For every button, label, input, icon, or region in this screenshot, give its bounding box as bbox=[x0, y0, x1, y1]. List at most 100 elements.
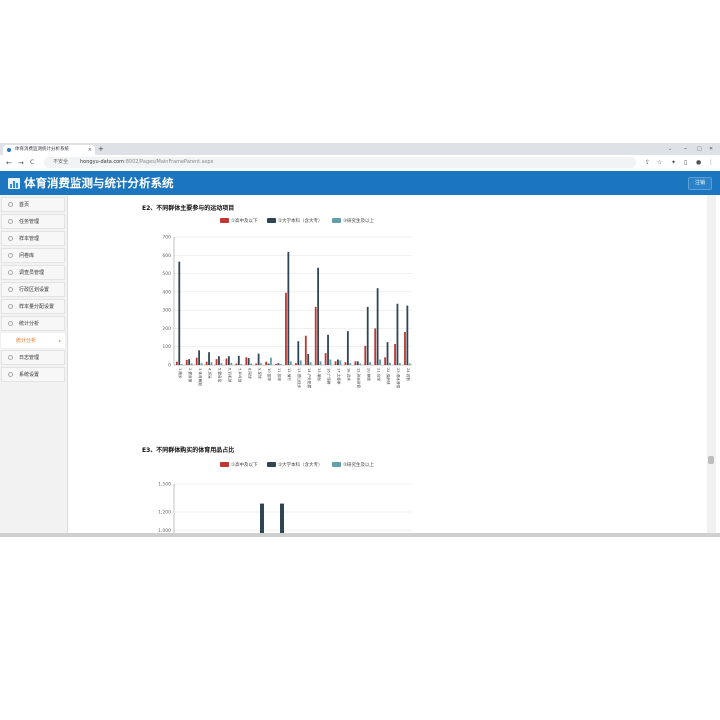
bar bbox=[287, 251, 290, 365]
browser-window: 体育消费监测统计分析系统 × + ⌄ ─ □ ✕ ← → C 不安全 hongy… bbox=[0, 143, 720, 533]
maximize-icon[interactable]: □ bbox=[697, 144, 702, 154]
address-bar-row: ← → C 不安全 hongyu-data.com:8002/Pages/Mai… bbox=[0, 155, 720, 172]
bar bbox=[275, 363, 277, 365]
x-tick-label: 3.体育舞蹈 bbox=[198, 368, 203, 386]
bar bbox=[346, 331, 349, 365]
logout-button[interactable]: 注销 bbox=[688, 177, 712, 190]
bar bbox=[250, 363, 252, 365]
tab-close-icon[interactable]: × bbox=[88, 145, 92, 155]
bar bbox=[389, 362, 391, 365]
sidebar-item-tasks[interactable]: 任务管理 bbox=[1, 214, 65, 229]
bar bbox=[324, 353, 327, 365]
bar bbox=[349, 363, 352, 365]
settings-icon bbox=[8, 304, 13, 309]
bar bbox=[356, 361, 359, 365]
chevron-down-icon[interactable]: ⌄ bbox=[668, 144, 672, 154]
bar bbox=[175, 361, 178, 365]
sidebar-item-system-settings[interactable]: 系统设置 bbox=[1, 367, 65, 382]
bar bbox=[398, 363, 401, 365]
x-tick-label: 8.网球 bbox=[247, 368, 252, 379]
user-icon bbox=[8, 270, 13, 275]
legend-item[interactable]: ①高中及以下 bbox=[220, 218, 258, 226]
bar bbox=[354, 361, 357, 365]
y-tick-label: 100 bbox=[162, 344, 171, 350]
legend-item[interactable]: ③研究生及以上 bbox=[331, 218, 374, 226]
sidebar-item-logs[interactable]: 日志管理 bbox=[1, 350, 65, 365]
share-icon[interactable]: ⇪ bbox=[645, 158, 650, 168]
sidebar-item-label: 问卷库 bbox=[19, 253, 35, 259]
browser-tab[interactable]: 体育消费监测统计分析系统 × bbox=[3, 145, 95, 155]
minimize-icon[interactable]: ─ bbox=[684, 144, 687, 154]
x-tick-label: 2.健身操 bbox=[188, 368, 193, 383]
sidebar-item-statistics[interactable]: 统计分析 bbox=[1, 316, 65, 331]
star-icon[interactable]: ☆ bbox=[657, 158, 662, 168]
bar bbox=[255, 363, 258, 365]
x-tick-label: 18.武术 bbox=[347, 368, 352, 381]
sidebar-item-samples[interactable]: 样本管理 bbox=[1, 231, 65, 246]
bar bbox=[396, 303, 399, 365]
bar bbox=[304, 335, 307, 365]
new-tab-button[interactable]: + bbox=[98, 144, 104, 154]
tab-strip: 体育消费监测统计分析系统 × + ⌄ ─ □ ✕ bbox=[0, 143, 720, 155]
bar-chart-e2: 0 100 200 300 400 500 600 700 1.跑步 2.健身操 3.体育舞蹈 4.游… bbox=[162, 235, 412, 388]
bar bbox=[314, 306, 317, 365]
bar bbox=[334, 361, 337, 365]
bar bbox=[384, 357, 387, 365]
x-tick-label: 6.羽毛球 bbox=[228, 368, 233, 383]
sidebar-item-sample-allocation[interactable]: 样本量分配设置 bbox=[1, 299, 65, 314]
x-tick-label: 14.户外拓展 bbox=[307, 368, 312, 388]
bar bbox=[280, 503, 284, 533]
legend-item[interactable]: ②大学本科（含大专） bbox=[266, 462, 323, 470]
bar bbox=[230, 362, 233, 365]
bar-chart-e3: 1,0001,2001,500 bbox=[158, 482, 412, 533]
sidebar-subitem-statistics[interactable]: 统计分析 ▸ bbox=[1, 333, 65, 348]
bar bbox=[285, 292, 287, 365]
legend-label: ②大学本科（含大专） bbox=[277, 463, 323, 468]
legend-item[interactable]: ②大学本科（含大专） bbox=[266, 218, 323, 226]
sidebar-item-regions[interactable]: 行政区划设置 bbox=[1, 282, 65, 297]
bar bbox=[344, 362, 347, 365]
x-tick-label: 4.游泳 bbox=[208, 368, 213, 379]
bar bbox=[220, 363, 223, 365]
bar bbox=[267, 363, 270, 365]
chart-legend-e3: ①高中及以下 ②大学本科（含大专） ③研究生及以上 bbox=[220, 462, 382, 470]
chart-title-e3: E3、不同群体购买的体育用品占比 bbox=[142, 447, 235, 454]
chart-logo-icon bbox=[8, 178, 20, 189]
y-tick-label: 500 bbox=[162, 271, 171, 277]
forward-icon[interactable]: → bbox=[18, 158, 24, 168]
bar bbox=[227, 356, 230, 365]
legend-item[interactable]: ①高中及以下 bbox=[220, 462, 258, 470]
scrollbar[interactable] bbox=[707, 195, 716, 533]
security-label[interactable]: 不安全 bbox=[53, 157, 68, 168]
sidebar-item-home[interactable]: 首页 bbox=[1, 197, 65, 212]
legend-label: ②大学本科（含大专） bbox=[277, 219, 323, 224]
back-icon[interactable]: ← bbox=[6, 158, 12, 168]
sidebar-item-label: 行政区划设置 bbox=[19, 287, 50, 293]
bar-chart-icon bbox=[8, 321, 13, 326]
bar bbox=[309, 362, 312, 365]
sidebar-item-surveyors[interactable]: 调查员管理 bbox=[1, 265, 65, 280]
profile-icon[interactable]: ● bbox=[696, 158, 701, 168]
bar bbox=[366, 306, 369, 365]
log-icon bbox=[8, 355, 13, 360]
url-input[interactable]: 不安全 hongyu-data.com:8002/Pages/MainFrame… bbox=[44, 157, 636, 168]
scrollbar-thumb[interactable] bbox=[708, 456, 714, 464]
x-tick-label: 5.健身房 bbox=[218, 368, 223, 383]
bar bbox=[376, 288, 379, 365]
bar bbox=[289, 361, 292, 365]
bar bbox=[364, 345, 367, 365]
bar bbox=[359, 363, 362, 365]
bar bbox=[208, 352, 210, 365]
bar bbox=[260, 503, 264, 533]
sidebar-item-questionnaires[interactable]: 问卷库 bbox=[1, 248, 65, 263]
x-tick-label: 20.棋牌 bbox=[366, 368, 371, 381]
legend-item[interactable]: ③研究生及以上 bbox=[331, 462, 374, 470]
bar bbox=[319, 361, 322, 365]
bar bbox=[329, 359, 332, 365]
questionnaire-icon bbox=[8, 253, 13, 258]
close-window-icon[interactable]: ✕ bbox=[709, 144, 713, 154]
reload-icon[interactable]: C bbox=[30, 158, 34, 168]
extensions-icon[interactable]: ✦ bbox=[671, 158, 676, 168]
menu-icon[interactable]: ⋮ bbox=[708, 158, 714, 168]
sidebar-icon[interactable]: ▯ bbox=[684, 158, 687, 168]
